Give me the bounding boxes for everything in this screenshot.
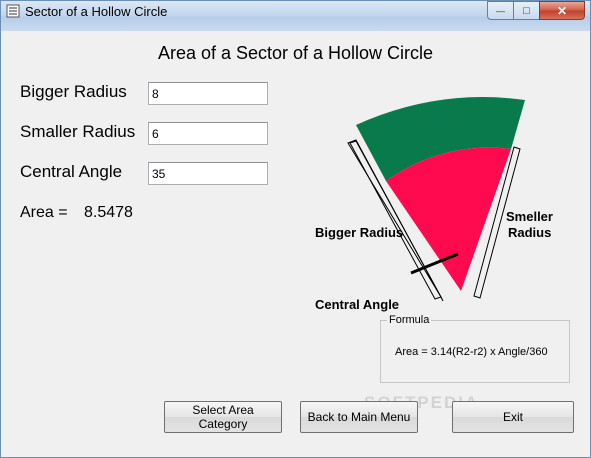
smaller-radius-label: Smaller Radius [20, 122, 136, 141]
app-icon [6, 4, 20, 18]
formula-group: Formula Area = 3.14(R2-r2) x Angle/360 [380, 314, 570, 383]
select-area-category-button[interactable]: Select Area Category [164, 401, 282, 433]
smaller-radius-input[interactable] [148, 122, 268, 145]
diagram-bigger-radius-label: Bigger Radius [315, 225, 404, 240]
exit-button[interactable]: Exit [452, 401, 574, 433]
close-button[interactable]: ✕ [539, 1, 585, 20]
maximize-button[interactable]: □ [513, 1, 540, 20]
app-window: Sector of a Hollow Circle — □ ✕ Area of … [0, 0, 591, 458]
area-label: Area = [20, 204, 68, 221]
window-title: Sector of a Hollow Circle [25, 4, 168, 19]
central-angle-input[interactable] [148, 162, 268, 185]
client-area: Area of a Sector of a Hollow Circle Bigg… [8, 31, 583, 451]
diagram-smaller-radius-label-line2: Radius [508, 225, 552, 240]
page-title: Area of a Sector of a Hollow Circle [157, 43, 434, 63]
maximize-icon: □ [523, 4, 530, 17]
diagram-smaller-radius-label-line1: Smeller [506, 209, 553, 224]
central-angle-label: Central Angle [20, 162, 123, 181]
area-value: 8.5478 [84, 204, 133, 221]
title-bar[interactable]: Sector of a Hollow Circle — □ ✕ [1, 1, 590, 31]
bigger-radius-label: Bigger Radius [20, 82, 127, 101]
minimize-button[interactable]: — [487, 1, 514, 20]
formula-legend: Formula [389, 314, 430, 326]
sector-diagram-svg [347, 97, 525, 302]
sector-diagram: Bigger Radius Smeller Radius Central Ang… [298, 83, 558, 312]
diagram-central-angle-label: Central Angle [315, 297, 400, 312]
minimize-icon: — [496, 5, 505, 16]
bigger-radius-input[interactable] [148, 82, 268, 105]
back-to-main-menu-button[interactable]: Back to Main Menu [300, 401, 418, 433]
formula-text: Area = 3.14(R2-r2) x Angle/360 [395, 346, 548, 358]
close-icon: ✕ [556, 3, 568, 18]
